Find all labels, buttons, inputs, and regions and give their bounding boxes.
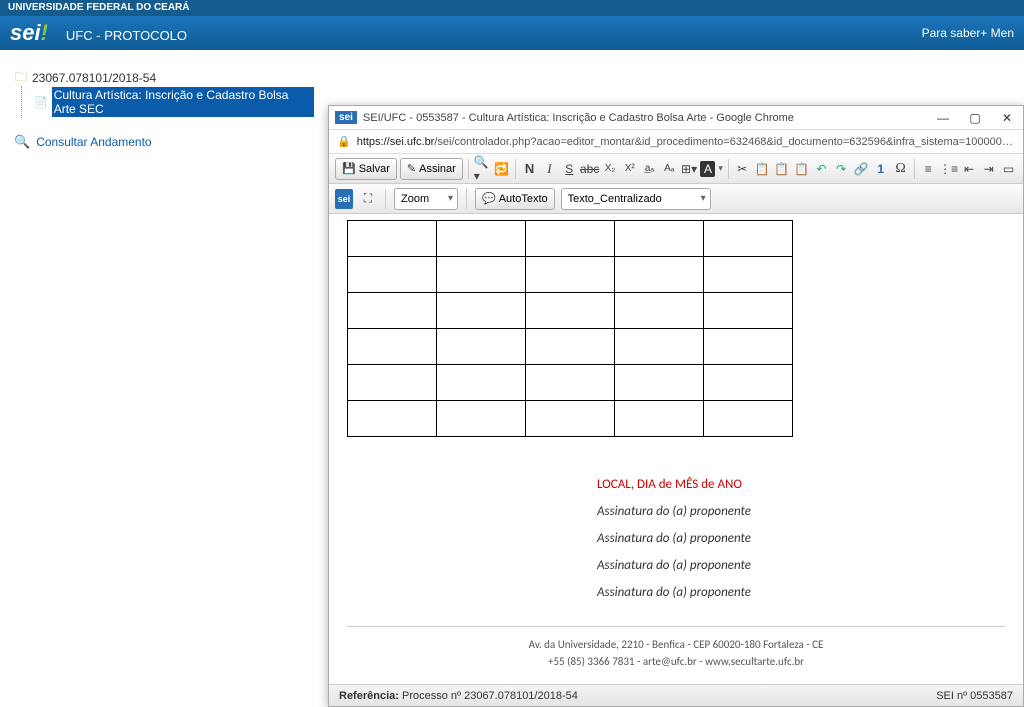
italic-icon[interactable]: I [541,159,558,179]
status-bar: Referência: Processo nº 23067.078101/201… [329,684,1023,706]
bullet-list-icon[interactable]: ⋮≡ [940,159,958,179]
outdent-icon[interactable]: ⇤ [961,159,978,179]
symbol-icon[interactable]: Ω [892,159,909,179]
editor-toolbar-row1: 💾Salvar ✎Assinar 🔍▾ 🔁 N I S abc X₂ X² a̲… [329,154,1023,184]
lock-icon: 🔒 [337,135,351,148]
font-size-up-icon[interactable]: Aₐ [661,159,678,179]
editor-popup-window: sei SEI/UFC - 0553587 - Cultura Artístic… [328,105,1024,707]
number-icon[interactable]: 1 [872,159,889,179]
date-placeholder[interactable]: LOCAL, DIA de MÊS de ANO [597,477,1005,492]
bgcolor-icon[interactable]: A [700,161,715,177]
sei-tool-icon[interactable]: sei [335,189,353,209]
header-right-links[interactable]: Para saber+ Men [922,26,1014,40]
signature-line-3[interactable]: Assinatura do (a) proponente [597,558,1005,573]
search-tool-icon[interactable]: 🔍▾ [474,159,491,179]
tree-document-node[interactable]: 📄 Cultura Artística: Inscrição e Cadastr… [34,86,314,118]
autotext-button[interactable]: 💬AutoTexto [475,188,555,210]
editor-content[interactable]: LOCAL, DIA de MÊS de ANO Assinatura do (… [329,214,1023,684]
table-icon[interactable]: ⊞▾ [681,159,698,179]
document-table[interactable] [347,220,793,437]
signature-line-1[interactable]: Assinatura do (a) proponente [597,504,1005,519]
process-tree: 🗀 23067.078101/2018-54 📄 Cultura Artísti… [14,70,314,150]
replace-icon[interactable]: 🔁 [494,159,511,179]
redo-icon[interactable]: ↷ [833,159,850,179]
document-footer: Av. da Universidade, 2210 - Benfica - CE… [347,626,1005,676]
subscript-icon[interactable]: X₂ [602,159,619,179]
sei-logo: sei! [10,20,48,46]
strike-icon[interactable]: abc [581,159,599,179]
unit-name: UFC - PROTOCOLO [66,28,187,43]
document-icon: 📄 [34,95,48,109]
link-icon[interactable]: 🔗 [853,159,870,179]
header-bar: sei! UFC - PROTOCOLO Para saber+ Men [0,16,1024,50]
search-icon: 🔍 [14,134,30,150]
tree-process-node[interactable]: 🗀 23067.078101/2018-54 [14,70,314,86]
save-button[interactable]: 💾Salvar [335,158,397,180]
zoom-select[interactable]: Zoom [394,188,458,210]
cut-icon[interactable]: ✂ [734,159,751,179]
sei-number: SEI nº 0553587 [936,690,1013,702]
org-banner: UNIVERSIDADE FEDERAL DO CEARÁ [0,0,1024,16]
sei-badge: sei [335,111,357,124]
bold-icon[interactable]: N [521,159,538,179]
reference-value: Processo nº 23067.078101/2018-54 [399,690,578,702]
style-select[interactable]: Texto_Centralizado [561,188,711,210]
numbered-list-icon[interactable]: ≡ [920,159,937,179]
underline-icon[interactable]: S [561,159,578,179]
process-number: 23067.078101/2018-54 [32,71,156,85]
minimize-button[interactable]: — [933,110,953,126]
url-text[interactable]: https://sei.ufc.br/sei/controlador.php?a… [357,136,1015,148]
signature-line-2[interactable]: Assinatura do (a) proponente [597,531,1005,546]
signature-line-4[interactable]: Assinatura do (a) proponente [597,585,1005,600]
sign-button[interactable]: ✎Assinar [400,158,463,180]
indent-icon[interactable]: ⇥ [980,159,997,179]
address-bar: 🔒 https://sei.ufc.br/sei/controlador.php… [329,130,1023,154]
popup-titlebar: sei SEI/UFC - 0553587 - Cultura Artístic… [329,106,1023,130]
popup-title: SEI/UFC - 0553587 - Cultura Artística: I… [363,112,925,124]
close-button[interactable]: ✕ [997,110,1017,126]
copy-icon[interactable]: 📋 [754,159,771,179]
font-size-down-icon[interactable]: a̲ₐ [641,159,658,179]
fullscreen-icon[interactable]: ⛶ [359,189,377,209]
superscript-icon[interactable]: X² [621,159,638,179]
paste-word-icon[interactable]: 📋 [793,159,810,179]
editor-toolbar-row2: sei ⛶ Zoom 💬AutoTexto Texto_Centralizado [329,184,1023,214]
paste-icon[interactable]: 📋 [773,159,790,179]
maximize-button[interactable]: ▢ [965,110,985,126]
tree-doc-title: Cultura Artística: Inscrição e Cadastro … [52,87,314,117]
consult-progress-link[interactable]: 🔍 Consultar Andamento [14,134,314,150]
undo-icon[interactable]: ↶ [813,159,830,179]
folder-icon: 🗀 [14,71,28,85]
reference-label: Referência: [339,690,399,702]
align-icon[interactable]: ▭ [1000,159,1017,179]
